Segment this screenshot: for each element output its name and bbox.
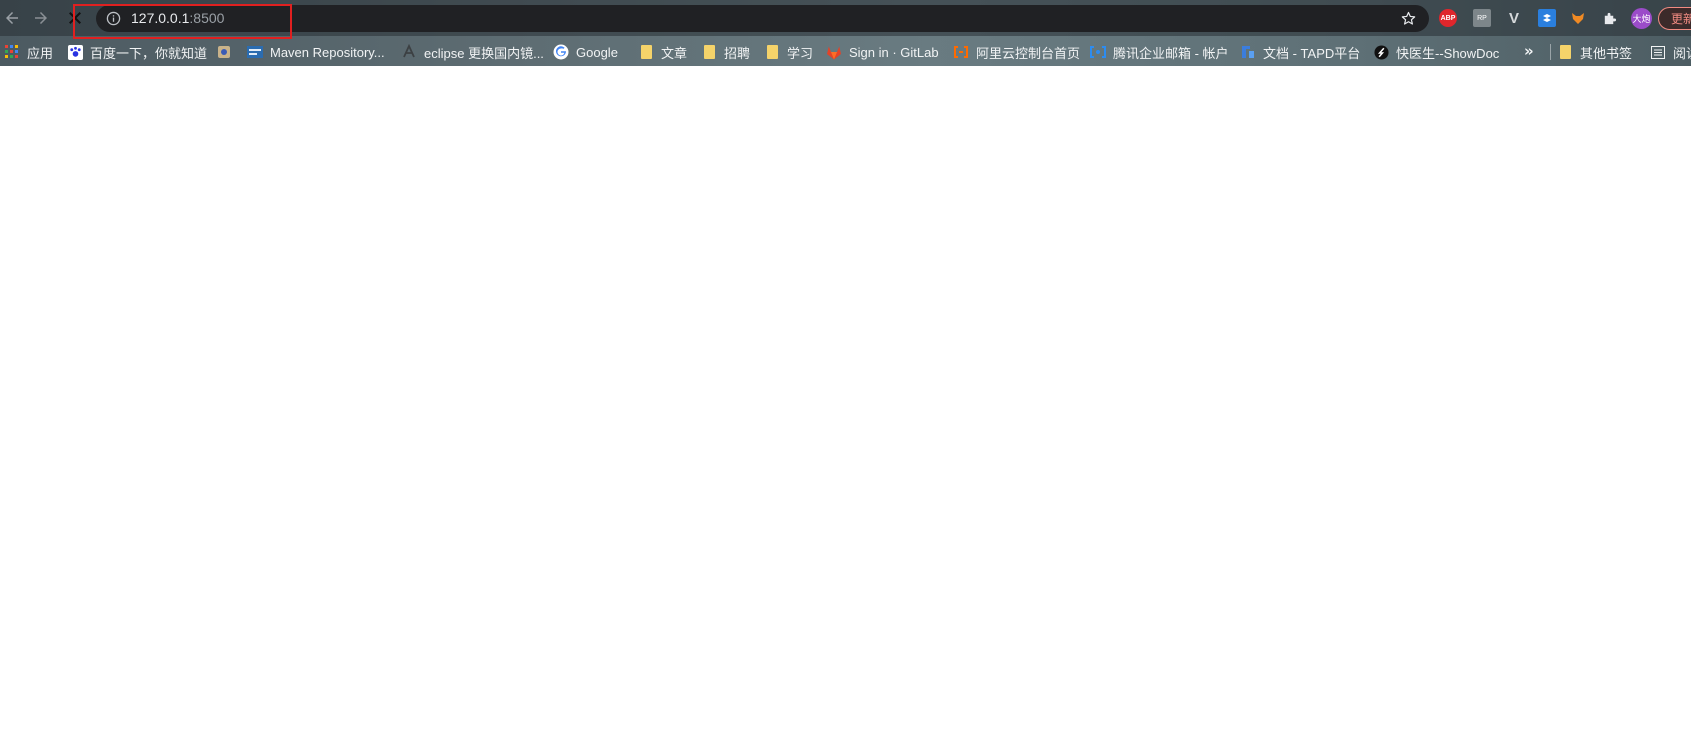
bookmark-favicon: [216, 44, 232, 60]
tapd-icon: [1240, 44, 1256, 60]
abp-label: ABP: [1440, 14, 1456, 22]
bookmark-label: 百度一下，你就知道: [90, 45, 208, 61]
apps-grid-icon: [4, 44, 20, 60]
bookmark-tapd[interactable]: 文档 - TAPD平台: [1240, 42, 1360, 62]
folder-icon: [701, 44, 717, 60]
bookmark-google[interactable]: Google: [553, 42, 618, 62]
address-bar[interactable]: 127.0.0.1:8500: [96, 5, 1429, 32]
bookmark-folder-articles[interactable]: 文章: [638, 42, 687, 62]
profile-label: 大炮: [1632, 15, 1651, 25]
page-content-blank: [0, 66, 1691, 729]
reading-list[interactable]: 阅读: [1650, 42, 1691, 62]
bookmark-label: 快医生--ShowDoc: [1396, 45, 1500, 61]
maven-icon: [247, 44, 263, 60]
update-button[interactable]: 更新: [1658, 7, 1691, 30]
bookmark-label: 文章: [661, 45, 688, 61]
bookmark-label: 阿里云控制台首页: [976, 45, 1081, 61]
bookmark-label: 学习: [787, 45, 814, 61]
bookmark-label: 腾讯企业邮箱 - 帐户: [1113, 45, 1229, 61]
rp-extension-icon[interactable]: RP: [1473, 9, 1491, 27]
vue-devtools-icon[interactable]: V: [1505, 9, 1523, 27]
url-highlight-box: [73, 4, 292, 39]
bookmark-showdoc[interactable]: 快医生--ShowDoc: [1373, 42, 1499, 62]
bookmark-star-icon[interactable]: [1400, 10, 1417, 27]
bookmarks-overflow-button[interactable]: »: [1524, 42, 1534, 60]
bookmark-apps[interactable]: 应用: [4, 42, 53, 62]
bookmark-label: 招聘: [724, 45, 751, 61]
dropbox-icon[interactable]: [1538, 9, 1556, 27]
bookmark-tencent-mail[interactable]: 腾讯企业邮箱 - 帐户: [1090, 42, 1229, 62]
bookmark-label: Google: [576, 44, 618, 60]
bookmark-label: Maven Repository...: [270, 44, 385, 60]
gitlab-icon: [826, 44, 842, 60]
bookmark-unnamed[interactable]: [216, 42, 239, 62]
baidu-icon: [67, 44, 83, 60]
back-arrow-icon: [6, 12, 18, 24]
extensions-puzzle-icon[interactable]: [1600, 9, 1618, 27]
forward-arrow-icon: [35, 12, 47, 24]
tencent-mail-icon: [1090, 44, 1106, 60]
folder-icon: [764, 44, 780, 60]
bookmark-eclipse[interactable]: eclipse 更换国内镜...: [401, 42, 544, 62]
folder-icon: [638, 44, 654, 60]
adblock-plus-icon[interactable]: ABP: [1439, 9, 1457, 27]
bookmark-label: 应用: [27, 45, 54, 61]
bookmark-label: eclipse 更换国内镜...: [424, 45, 544, 61]
bookmark-gitlab[interactable]: Sign in · GitLab: [826, 42, 939, 62]
forward-button[interactable]: [29, 6, 53, 30]
bookmark-baidu[interactable]: 百度一下，你就知道: [67, 42, 207, 62]
reading-list-label: 阅读: [1673, 45, 1691, 61]
bookmarks-bar: 应用 百度一下，你就知道 Maven Repository... eclipse…: [0, 38, 1691, 65]
bookmark-label: Sign in · GitLab: [849, 44, 939, 60]
profile-avatar[interactable]: 大炮: [1631, 8, 1652, 29]
folder-icon: [1557, 44, 1573, 60]
back-button[interactable]: [0, 6, 24, 30]
showdoc-icon: [1373, 44, 1389, 60]
google-icon: [553, 44, 569, 60]
bookmark-folder-study[interactable]: 学习: [764, 42, 813, 62]
browser-chrome: 127.0.0.1:8500 ABP RP V 大炮 更新 应用 百度一下，你就…: [0, 0, 1691, 66]
bookmark-label: 文档 - TAPD平台: [1263, 45, 1361, 61]
bookmark-folder-jobs[interactable]: 招聘: [701, 42, 750, 62]
aliyun-icon: [953, 44, 969, 60]
bookmark-label: 其他书签: [1580, 45, 1633, 61]
bookmark-maven[interactable]: Maven Repository...: [247, 42, 385, 62]
bookmarks-separator: [1550, 44, 1551, 60]
bookmark-aliyun[interactable]: 阿里云控制台首页: [953, 42, 1080, 62]
reading-list-icon: [1650, 44, 1666, 60]
other-bookmarks[interactable]: 其他书签: [1557, 42, 1632, 62]
v-label: V: [1508, 9, 1519, 27]
rp-label: RP: [1477, 14, 1487, 22]
fox-extension-icon[interactable]: [1569, 9, 1587, 27]
update-label: 更新: [1671, 12, 1691, 26]
eclipse-icon: [401, 44, 417, 60]
